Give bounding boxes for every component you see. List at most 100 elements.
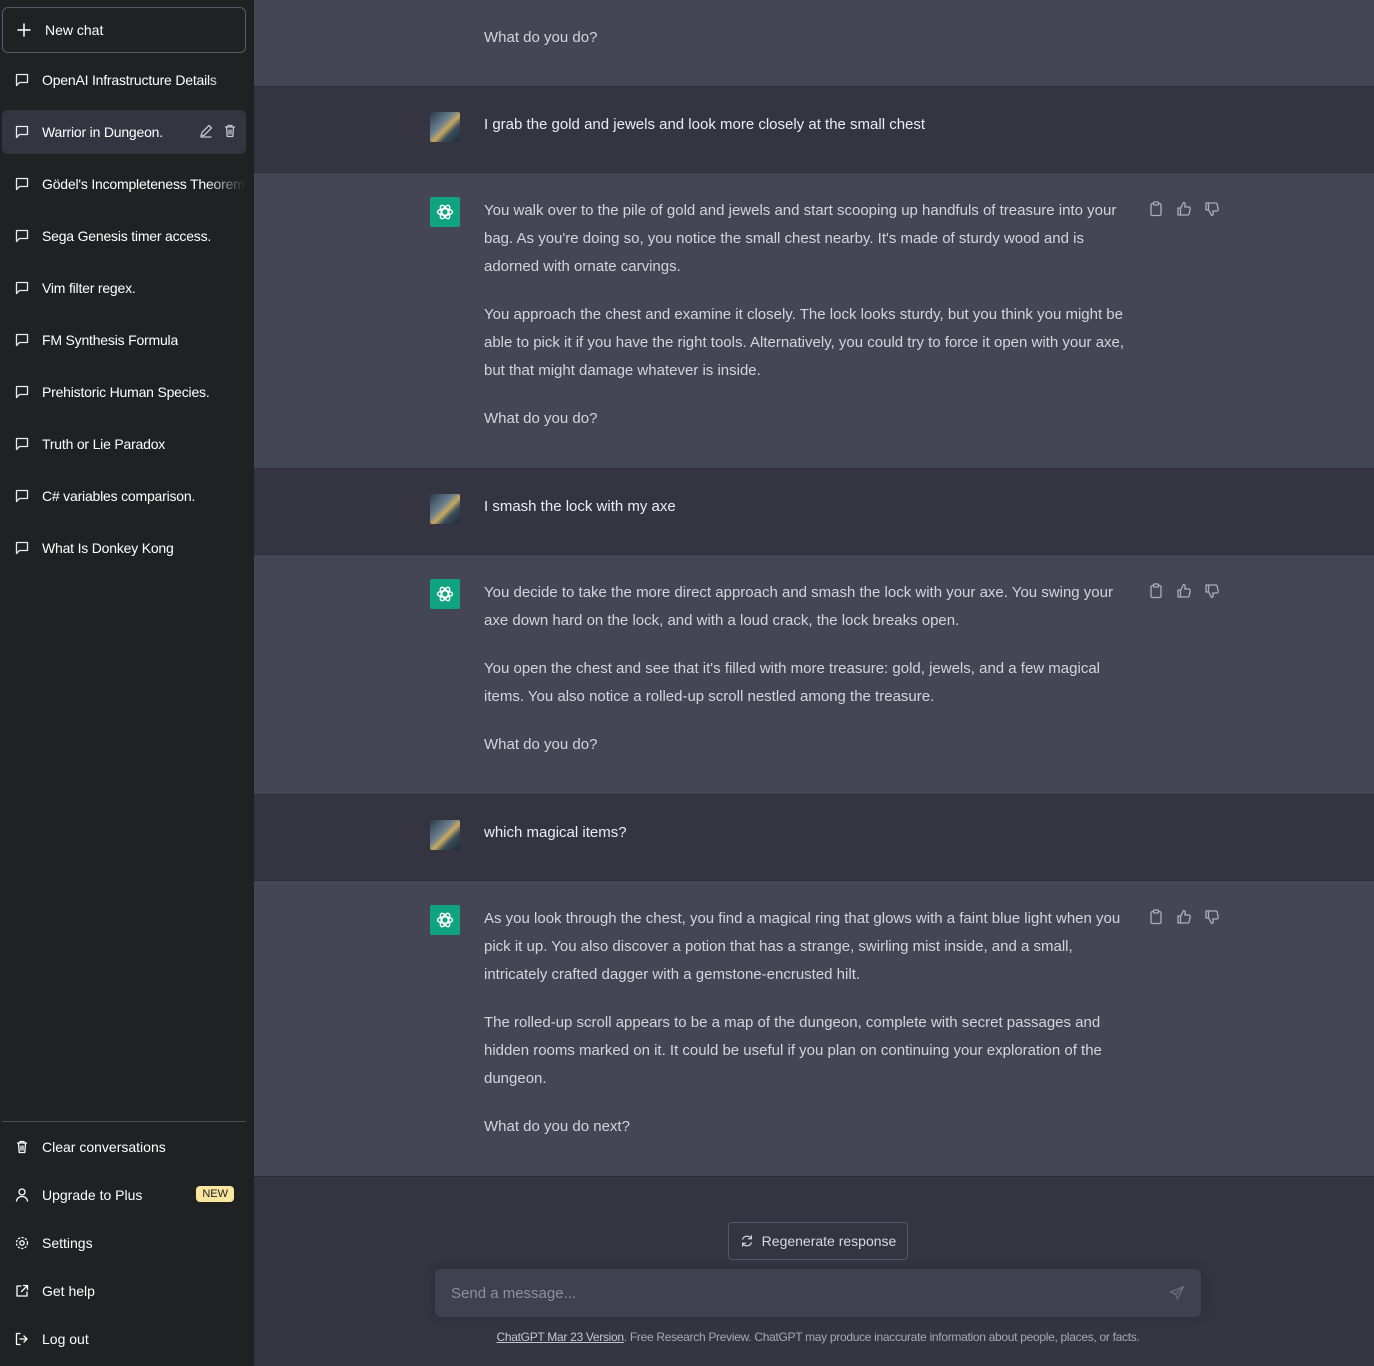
send-icon[interactable] [1169,1285,1185,1301]
assistant-message: What do you do? [254,0,1374,87]
chat-history-item[interactable]: Vim filter regex. [2,266,246,310]
chat-history-item-active[interactable]: Warrior in Dungeon. [2,110,246,154]
openai-logo-icon [436,912,454,928]
user-avatar [430,820,460,850]
message-feedback [1148,583,1220,599]
thumbs-up-icon[interactable] [1176,201,1192,217]
message-paragraph: As you look through the chest, you find … [484,910,1121,983]
message-icon [15,541,29,555]
chat-history-item[interactable]: FM Synthesis Formula [2,318,246,362]
settings-button[interactable]: Settings [2,1221,246,1265]
clipboard-icon[interactable] [1148,201,1164,217]
chat-history-label: OpenAI Infrastructure Details [42,72,217,88]
chat-history-label: Warrior in Dungeon. [42,124,163,140]
message-paragraph: What do you do? [484,736,598,753]
message-icon [15,333,29,347]
user-avatar [430,112,460,142]
footer-disclaimer: ChatGPT Mar 23 Version. Free Research Pr… [435,1330,1201,1344]
assistant-message-text: What do you do? [484,24,1140,52]
assistant-message-text: As you look through the chest, you find … [484,905,1140,1141]
assistant-avatar [430,579,460,609]
message-paragraph: You approach the chest and examine it cl… [484,306,1125,379]
upgrade-to-plus-label: Upgrade to Plus [42,1187,143,1203]
clear-conversations-button[interactable]: Clear conversations [2,1125,246,1169]
log-out-button[interactable]: Log out [2,1317,246,1361]
clipboard-icon[interactable] [1148,583,1164,599]
user-message: I grab the gold and jewels and look more… [254,87,1374,173]
gear-icon [15,1236,29,1250]
chat-history-label: Sega Genesis timer access. [42,228,212,244]
message-paragraph: You walk over to the pile of gold and je… [484,202,1117,275]
regenerate-response-button[interactable]: Regenerate response [728,1222,908,1260]
message-paragraph: The rolled-up scroll appears to be a map… [484,1014,1102,1087]
chat-history-label: Vim filter regex. [42,280,136,296]
chat-history-list: OpenAI Infrastructure Details Warrior in… [2,58,246,578]
chat-history-item[interactable]: Prehistoric Human Species. [2,370,246,414]
chat-history-label: FM Synthesis Formula [42,332,179,348]
assistant-message: You walk over to the pile of gold and je… [254,173,1374,469]
message-input[interactable] [451,1281,1151,1305]
conversation-panel: What do you do? I grab the gold and jewe… [254,0,1374,1366]
chat-history-item[interactable]: Gödel's Incompleteness Theorem [2,162,246,206]
message-icon [15,125,29,139]
chat-history-label: C# variables comparison. [42,488,196,504]
message-icon [15,177,29,191]
user-message-text: I smash the lock with my axe [484,498,676,515]
message-paragraph: What do you do? [484,29,598,46]
chat-actions [198,123,238,139]
trash-icon[interactable] [222,123,238,139]
thumbs-up-icon[interactable] [1176,909,1192,925]
assistant-avatar [430,197,460,227]
sidebar: New chat OpenAI Infrastructure Details W… [0,0,254,1366]
chat-history-item[interactable]: C# variables comparison. [2,474,246,518]
assistant-message: As you look through the chest, you find … [254,881,1374,1177]
regenerate-response-label: Regenerate response [761,1233,897,1249]
message-paragraph: You open the chest and see that it's fil… [484,660,1100,705]
get-help-button[interactable]: Get help [2,1269,246,1313]
chat-history-item[interactable]: OpenAI Infrastructure Details [2,58,246,102]
message-icon [15,489,29,503]
logout-icon [15,1332,28,1346]
chat-history-label: Truth or Lie Paradox [42,436,166,452]
assistant-avatar [430,905,460,935]
clear-conversations-label: Clear conversations [42,1139,166,1155]
new-chat-button[interactable]: New chat [2,7,246,53]
thumbs-down-icon[interactable] [1204,909,1220,925]
chat-history-label: What Is Donkey Kong [42,540,174,556]
sidebar-divider [2,1121,246,1122]
user-message: I smash the lock with my axe [254,469,1374,555]
user-icon [15,1188,29,1202]
message-icon [15,437,29,451]
message-paragraph: What do you do next? [484,1118,630,1135]
user-message-text: which magical items? [484,824,627,841]
refresh-icon [741,1235,752,1247]
assistant-message-text: You walk over to the pile of gold and je… [484,197,1140,433]
footer-text: . Free Research Preview. ChatGPT may pro… [623,1330,1140,1344]
clipboard-icon[interactable] [1148,909,1164,925]
chat-history-item[interactable]: Truth or Lie Paradox [2,422,246,466]
user-message: which magical items? [254,795,1374,881]
thumbs-up-icon[interactable] [1176,583,1192,599]
message-icon [15,229,29,243]
message-icon [15,385,29,399]
assistant-message-text: You decide to take the more direct appro… [484,579,1140,759]
upgrade-to-plus-button[interactable]: Upgrade to Plus NEW [2,1173,246,1217]
chat-history-item[interactable]: What Is Donkey Kong [2,526,246,570]
settings-label: Settings [42,1235,93,1251]
thumbs-down-icon[interactable] [1204,583,1220,599]
user-message-text: I grab the gold and jewels and look more… [484,116,926,133]
thumbs-down-icon[interactable] [1204,201,1220,217]
message-icon [15,281,29,295]
version-link[interactable]: ChatGPT Mar 23 Version [497,1330,625,1344]
openai-logo-icon [436,586,454,602]
message-icon [15,73,29,87]
message-feedback [1148,201,1220,217]
chat-history-item[interactable]: Sega Genesis timer access. [2,214,246,258]
message-composer [435,1269,1201,1317]
edit-icon[interactable] [198,123,214,139]
message-paragraph: What do you do? [484,410,598,427]
trash-icon [17,1140,27,1154]
assistant-message: You decide to take the more direct appro… [254,555,1374,795]
message-paragraph: You decide to take the more direct appro… [484,584,1113,629]
log-out-label: Log out [42,1331,89,1347]
